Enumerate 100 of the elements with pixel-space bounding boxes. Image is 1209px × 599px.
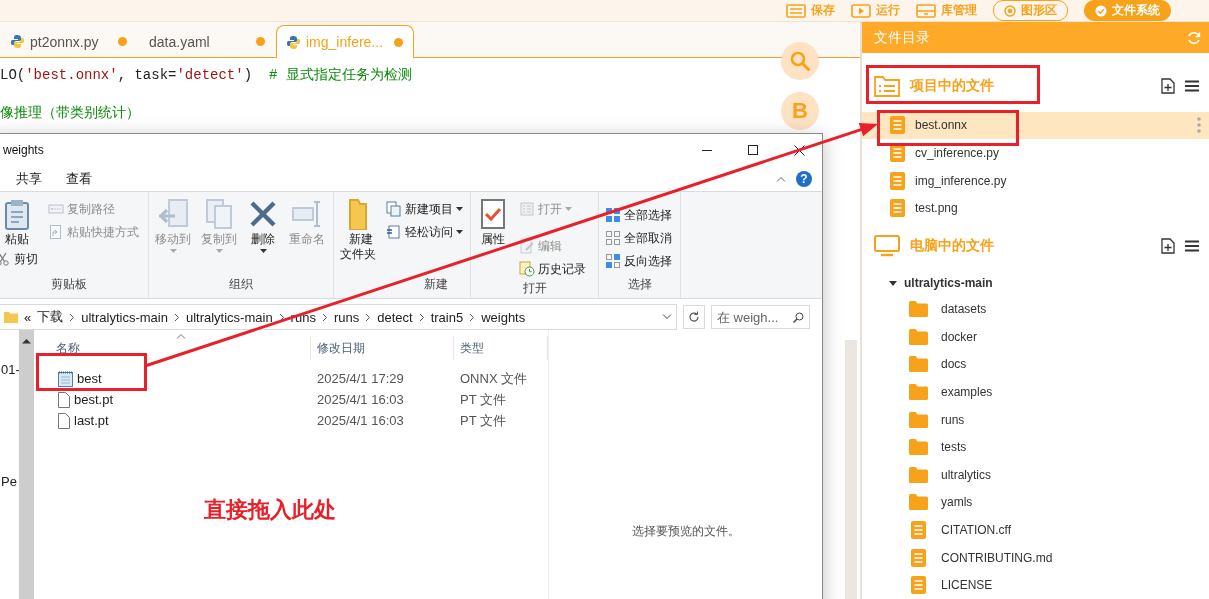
ribbon-button[interactable]: 新建文件夹 — [338, 198, 378, 262]
menu-icon[interactable] — [1185, 79, 1199, 92]
folder-icon — [909, 301, 928, 317]
breadcrumb[interactable]: train5 — [430, 309, 464, 325]
file-name[interactable]: best.pt — [50, 391, 311, 408]
overflow-mark[interactable]: « — [24, 309, 32, 325]
ribbon-button[interactable]: 全部取消 — [603, 227, 674, 249]
path-icon — [48, 201, 64, 217]
document-icon — [911, 576, 926, 595]
breadcrumb[interactable]: runs — [333, 309, 360, 325]
section-title: 电脑中的文件 — [910, 236, 994, 255]
caret-icon — [215, 249, 223, 253]
easy-access-icon — [386, 224, 402, 240]
file-item[interactable]: img_inference.py — [862, 166, 1209, 195]
refresh-button[interactable] — [683, 305, 705, 329]
file-name[interactable]: best — [50, 370, 311, 387]
caret-icon — [456, 230, 463, 234]
tree-item[interactable]: CONTRIBUTING.md — [862, 543, 1209, 572]
new-item-icon — [386, 201, 402, 217]
document-icon — [911, 548, 926, 567]
open-icon — [519, 201, 535, 217]
folder-icon — [909, 466, 928, 483]
list-folder-icon — [874, 74, 900, 97]
refresh-icon — [688, 311, 700, 323]
chevron-icon — [69, 312, 76, 322]
annotation-text: 直接拖入此处 — [204, 497, 336, 522]
caret-icon — [456, 207, 463, 211]
help-button[interactable]: ? — [796, 170, 812, 187]
tree-item[interactable]: LICENSE — [862, 571, 1209, 599]
breadcrumb[interactable]: ultralytics-main — [185, 309, 273, 325]
tree-item[interactable]: tests — [862, 433, 1209, 461]
editor-tab[interactable]: pt2onnx.py — [0, 25, 138, 57]
tree-item[interactable]: docker — [862, 322, 1209, 351]
folder-icon — [4, 311, 18, 323]
tree-item[interactable]: datasets — [862, 295, 1209, 323]
scrollbar[interactable] — [845, 340, 857, 599]
expand-caret-icon[interactable] — [889, 279, 897, 288]
search-icon — [793, 311, 804, 323]
ribbon-button[interactable]: 反向选择 — [603, 250, 674, 272]
ribbon-button[interactable]: 新建项目 — [384, 198, 465, 220]
preview-hint: 选择要预览的文件。 — [631, 524, 740, 538]
type-cell-text: ONNX 文件 — [459, 369, 529, 388]
tree-item[interactable]: CITATION.cff — [862, 516, 1209, 544]
chevron-icon — [173, 312, 180, 322]
ribbon-tab[interactable]: 查看 — [54, 166, 104, 191]
scroll-up-icon[interactable] — [22, 338, 31, 344]
section-title: 项目中的文件 — [910, 76, 994, 95]
save-icon — [786, 3, 806, 18]
column-header[interactable]: 修改日期 — [311, 336, 454, 360]
menu-icon[interactable] — [1185, 239, 1199, 252]
ribbon-tab[interactable]: 共享 — [4, 166, 54, 191]
tree-item[interactable]: runs — [862, 405, 1209, 434]
copy-icon — [203, 198, 235, 230]
caret-icon — [259, 249, 267, 253]
add-file-icon[interactable] — [1161, 77, 1175, 94]
tree-item[interactable]: yamls — [862, 488, 1209, 517]
ribbon-button[interactable]: 删除 — [245, 198, 281, 253]
ribbon-button[interactable]: 粘贴 — [0, 198, 40, 247]
scrollbar[interactable] — [19, 330, 34, 599]
tree-item[interactable]: docs — [862, 350, 1209, 379]
breadcrumb[interactable]: 下载 — [37, 308, 64, 326]
add-file-icon[interactable] — [1161, 237, 1175, 254]
type-cell-text: PT 文件 — [459, 390, 507, 409]
history-icon — [519, 261, 535, 277]
tree-item[interactable]: examples — [862, 378, 1209, 406]
file-name[interactable]: last.pt — [50, 412, 311, 429]
ribbon-button[interactable]: 剪切 — [0, 248, 40, 270]
date-cell-text: 2025/4/1 16:03 — [316, 392, 405, 407]
column-header[interactable]: 类型 — [454, 336, 548, 360]
nav-item[interactable]: Pe — [1, 474, 19, 490]
editor-tab[interactable]: data.yaml — [138, 25, 276, 57]
nav-item[interactable]: 01- — [1, 362, 19, 378]
file-item[interactable]: cv_inference.py — [862, 139, 1209, 167]
tree-item[interactable]: ultralytics-main — [862, 271, 1209, 296]
search-field[interactable]: 在 weigh... — [711, 305, 810, 329]
dropdown-icon[interactable] — [662, 314, 672, 320]
code-line: 像推理（带类别统计） — [0, 104, 140, 123]
tree-item[interactable]: ultralytics — [862, 460, 1209, 489]
file-icon — [58, 412, 70, 429]
window-title: weights — [2, 143, 44, 157]
sort-icon — [176, 333, 186, 339]
ribbon-button[interactable]: 属性 — [475, 198, 511, 247]
type-cell-text: PT 文件 — [459, 411, 507, 430]
check-icon — [1095, 4, 1107, 17]
group-label: 打开 — [521, 280, 548, 297]
group-label: 新建 — [423, 276, 449, 293]
file-item[interactable]: test.png — [862, 194, 1209, 222]
breadcrumb[interactable]: detect — [377, 309, 413, 325]
search-icon — [790, 51, 810, 71]
ribbon-button[interactable]: 轻松访问 — [384, 221, 465, 243]
date-cell-text: 2025/4/1 17:29 — [316, 371, 405, 386]
document-icon — [890, 199, 905, 218]
folder-icon — [909, 383, 928, 400]
breadcrumb[interactable]: ultralytics-main — [81, 309, 168, 325]
file-item[interactable]: best.onnx — [862, 111, 1209, 140]
file-type-icon — [287, 35, 300, 49]
breadcrumb[interactable]: weights — [481, 309, 526, 325]
ribbon-button[interactable]: 历史记录 — [517, 258, 588, 280]
code-line: LO('best.onnx', task='detect') # 显式指定任务为检测 — [0, 66, 412, 85]
rename-icon — [291, 198, 323, 230]
